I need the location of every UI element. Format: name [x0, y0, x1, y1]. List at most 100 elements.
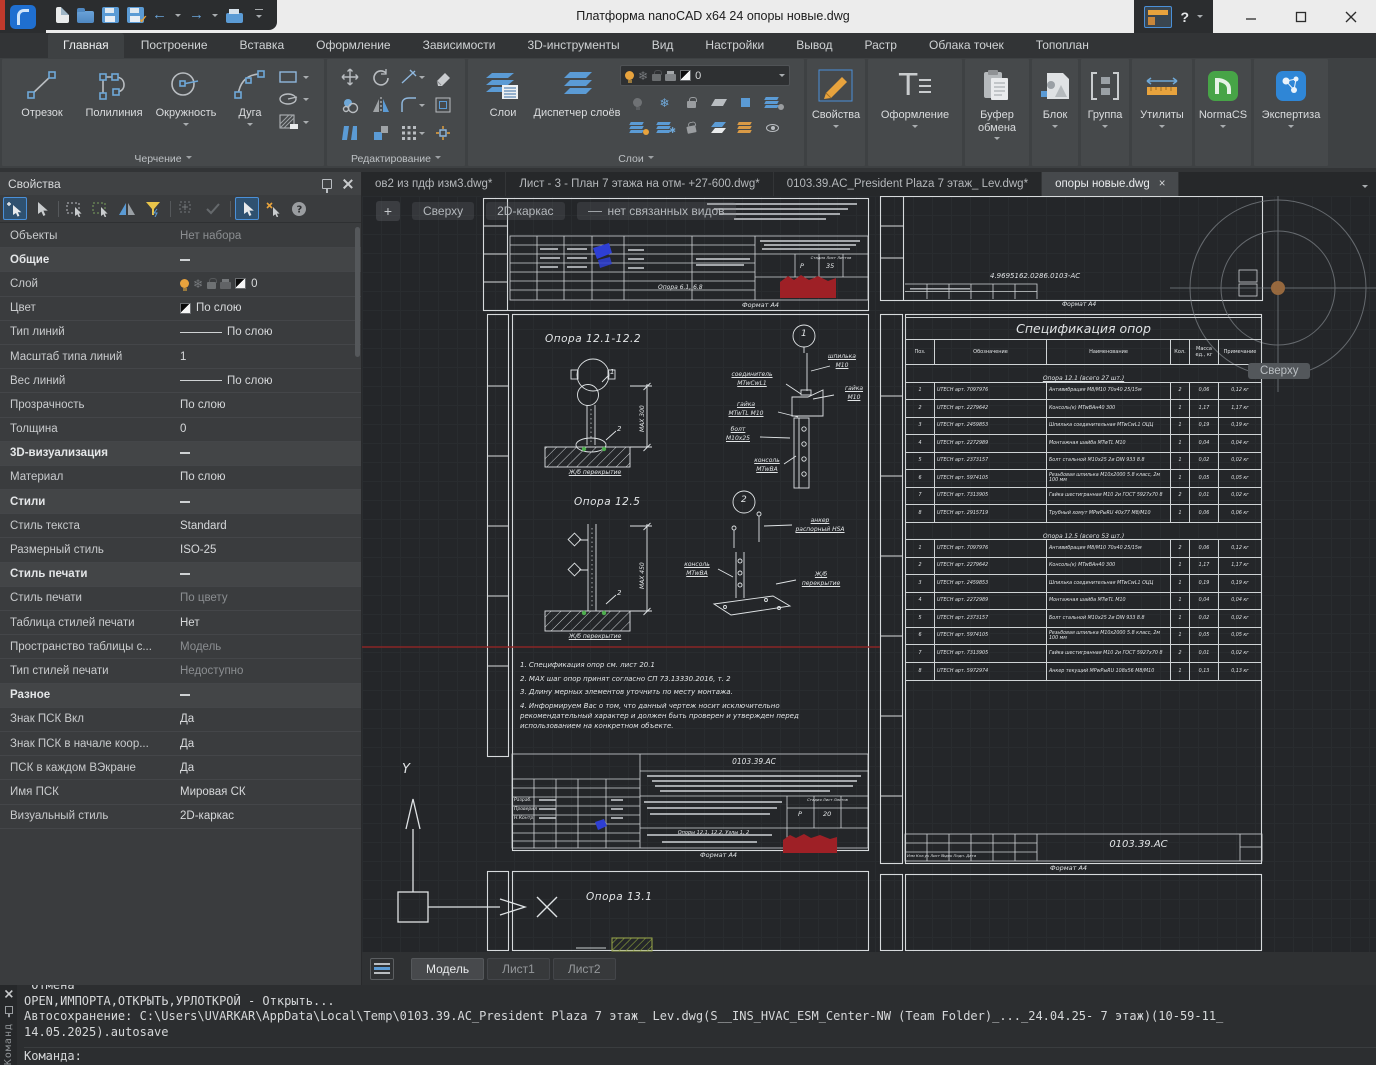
select-add-icon[interactable] [3, 197, 27, 220]
group-dropdown-icon[interactable] [1102, 125, 1108, 131]
save-icon[interactable] [102, 7, 119, 23]
array-icon[interactable] [396, 119, 427, 147]
property-value[interactable]: ❄ По слою [180, 302, 361, 314]
clipboard-button[interactable]: Буфер обмена [965, 59, 1029, 143]
fillet-icon[interactable] [396, 91, 427, 119]
line-button[interactable]: Отрезок [6, 59, 78, 166]
ellipse-tool[interactable] [278, 91, 309, 107]
trim-icon[interactable] [396, 63, 427, 91]
ribbon-tab[interactable]: Растр [850, 33, 912, 58]
property-row[interactable]: Тип стилей печати ❄ Недоступно [0, 659, 361, 683]
document-tab[interactable]: Лист - 3 - План 7 этажа на отм- +27-600.… [506, 172, 773, 196]
close-panel-icon[interactable] [342, 178, 353, 189]
property-value[interactable]: ❄ 2D-каркас [180, 810, 361, 822]
ribbon-tab[interactable]: Вывод [781, 33, 847, 58]
help-circle-icon[interactable]: ? [287, 197, 311, 220]
layer-isolate-icon[interactable] [705, 115, 732, 140]
offset-icon[interactable] [427, 91, 458, 119]
circle-button[interactable]: Окружность [150, 59, 222, 166]
ribbon-tab[interactable]: 3D-инструменты [512, 33, 634, 58]
format-dropdown-icon[interactable] [912, 125, 918, 131]
arc-dropdown-icon[interactable] [247, 123, 253, 129]
close-button[interactable] [1326, 0, 1376, 33]
layer-on-icon[interactable] [624, 90, 651, 115]
maximize-button[interactable] [1276, 0, 1326, 33]
tab-list-dropdown-icon[interactable] [1362, 185, 1368, 191]
hatch-tool[interactable] [278, 113, 309, 131]
property-row[interactable]: Стиль печати ❄ По цвету [0, 587, 361, 611]
cursor-mode-icon[interactable] [235, 197, 259, 220]
select-flip-icon[interactable] [115, 197, 139, 220]
utilities-dropdown-icon[interactable] [1159, 125, 1165, 131]
collapse-icon[interactable] [180, 501, 190, 503]
property-row[interactable]: Знак ПСК в начале коор... ❄ Да [0, 732, 361, 756]
close-command-icon[interactable] [4, 989, 13, 998]
ribbon-tab[interactable]: Топоплан [1021, 33, 1104, 58]
stretch-icon[interactable] [334, 119, 365, 147]
pin-icon[interactable] [322, 179, 332, 189]
layer-on-all-icon[interactable] [624, 115, 651, 140]
property-row[interactable]: Стили ❄ [0, 490, 361, 514]
property-row[interactable]: Таблица стилей печати ❄ Нет [0, 611, 361, 635]
property-value[interactable]: ❄ 0 [180, 423, 361, 435]
property-value[interactable]: ❄ Standard [180, 520, 361, 532]
view-direction-button[interactable]: Сверху [412, 202, 474, 220]
property-row[interactable]: Объекты ❄ Нет набора [0, 224, 361, 248]
property-row[interactable]: Визуальный стиль ❄ 2D-каркас [0, 805, 361, 829]
property-value[interactable]: ❄ Мировая СК [180, 786, 361, 798]
command-input[interactable]: Команда: [24, 1047, 1376, 1064]
property-value[interactable]: ❄ 1 [180, 351, 361, 363]
command-line-panel[interactable]: Команд 'Отмена'OPEN,ИМПОРТА,ОТКРЫТЬ,УРЛО… [0, 985, 1376, 1065]
group-button[interactable]: Группа [1081, 59, 1129, 131]
ribbon-tab[interactable]: Зависимости [408, 33, 511, 58]
property-row[interactable]: Толщина ❄ 0 [0, 418, 361, 442]
redo-icon[interactable]: → [189, 7, 204, 23]
layout-list-icon[interactable] [370, 958, 394, 980]
properties-button[interactable]: Свойства [807, 59, 865, 131]
scale-icon[interactable] [365, 119, 396, 147]
panel-label-layers[interactable]: Слои [472, 153, 800, 165]
document-tab[interactable]: ов2 из пдф изм3.dwg*× [362, 172, 506, 196]
utilities-button[interactable]: Утилиты [1132, 59, 1192, 131]
layer-dropdown-icon[interactable] [779, 74, 785, 80]
selection-filter-icon[interactable] [141, 197, 165, 220]
select-icon[interactable] [29, 197, 53, 220]
property-row[interactable]: Стиль печати ❄ [0, 563, 361, 587]
property-row[interactable]: Материал ❄ По слою [0, 466, 361, 490]
layer-unlock-icon[interactable] [678, 115, 705, 140]
layer-freeze-icon[interactable]: ❄ [651, 90, 678, 115]
collapse-icon[interactable] [180, 259, 190, 261]
ribbon-tab[interactable]: Главная [48, 33, 124, 58]
expertise-dropdown-icon[interactable] [1288, 125, 1294, 131]
move-icon[interactable] [334, 63, 365, 91]
collapse-icon[interactable] [180, 573, 190, 575]
apply-selection-icon[interactable] [201, 197, 225, 220]
save-as-icon[interactable]: ✓ [127, 7, 144, 23]
open-file-icon[interactable] [77, 11, 94, 23]
ribbon-tab[interactable]: Настройки [690, 33, 779, 58]
property-row[interactable]: Масштаб типа линий ❄ 1 [0, 345, 361, 369]
collapse-icon[interactable] [180, 694, 190, 696]
property-row[interactable]: Прозрачность ❄ По слою [0, 393, 361, 417]
property-value[interactable]: ❄ По слою [180, 375, 361, 387]
clear-selection-icon[interactable] [261, 197, 285, 220]
property-value[interactable]: ❄ По слою [180, 399, 361, 411]
erase-icon[interactable] [427, 63, 458, 91]
help-dropdown-icon[interactable] [1197, 15, 1203, 21]
rotate-icon[interactable] [365, 63, 396, 91]
block-button[interactable]: Блок [1032, 59, 1078, 131]
property-row[interactable]: Размерный стиль ❄ ISO-25 [0, 538, 361, 562]
arc-button[interactable]: Дуга [222, 59, 278, 166]
drawing-canvas[interactable]: + Сверху 2D-каркас нет связанных видов О… [362, 196, 1376, 952]
rectangle-tool[interactable] [278, 69, 309, 85]
select-crossing-icon[interactable] [89, 197, 113, 220]
print-icon[interactable] [226, 13, 243, 23]
property-value[interactable]: ❄ По цвету [180, 592, 361, 604]
qat-customize-icon[interactable] [255, 9, 263, 21]
property-value[interactable]: ❄ Нет [180, 617, 361, 629]
panel-label-editing[interactable]: Редактирование [331, 153, 461, 165]
panel-label-drawing[interactable]: Черчение [6, 153, 320, 165]
new-file-icon[interactable] [56, 7, 69, 23]
undo-dropdown-icon[interactable] [175, 14, 181, 20]
layer-freeze-all-icon[interactable]: ✱ [651, 115, 678, 140]
